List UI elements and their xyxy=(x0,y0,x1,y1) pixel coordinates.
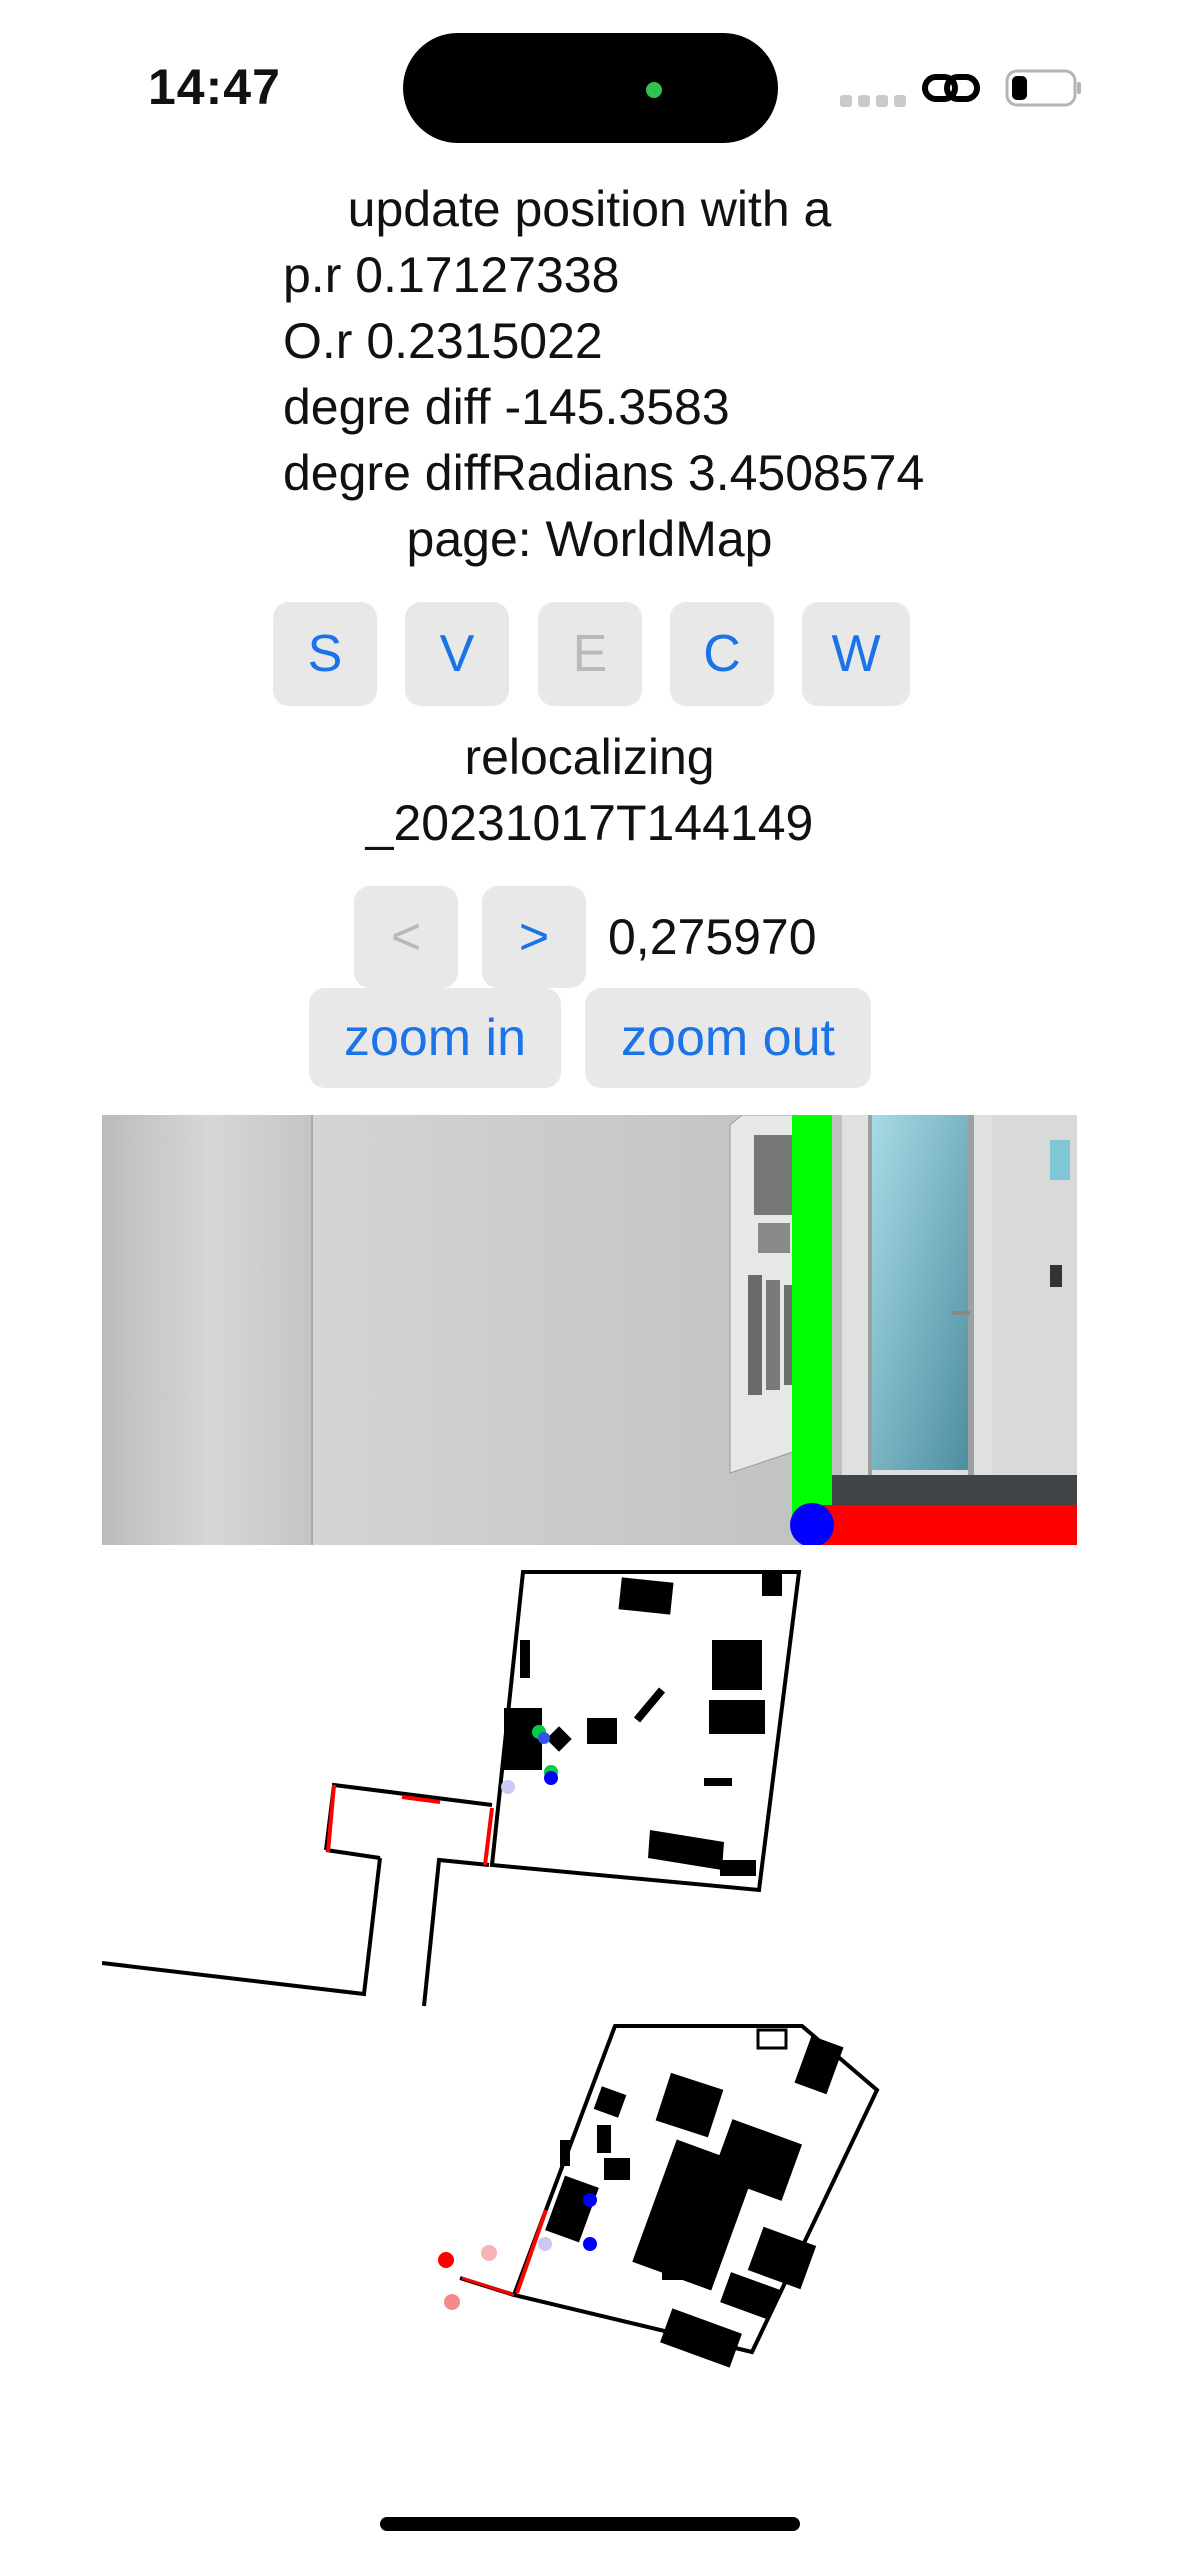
next-button[interactable]: > xyxy=(482,886,586,988)
page-label: page: WorldMap xyxy=(406,511,773,567)
world-map xyxy=(101,1560,1077,2460)
or-readout: O.r 0.2315022 xyxy=(283,313,603,369)
mode-button-c[interactable]: C xyxy=(670,602,774,706)
mode-button-e[interactable]: E xyxy=(538,602,642,706)
degre-diff-radians-readout: degre diffRadians 3.4508574 xyxy=(283,445,925,501)
cellular-dots-icon xyxy=(840,95,906,107)
status-bar: 14:47 xyxy=(0,0,1179,180)
battery-icon xyxy=(1005,69,1081,107)
home-indicator[interactable] xyxy=(380,2517,800,2531)
zoom-in-button[interactable]: zoom in xyxy=(309,988,561,1088)
relocalizing-status: relocalizing xyxy=(464,729,715,785)
camera-in-use-indicator-icon xyxy=(646,82,662,98)
coordinates-readout: 0,275970 xyxy=(608,909,817,965)
dynamic-island xyxy=(403,33,778,143)
camera-feed xyxy=(102,1115,1077,1545)
previous-button[interactable]: < xyxy=(354,886,458,988)
mode-button-v[interactable]: V xyxy=(405,602,509,706)
update-position-title: update position with a xyxy=(347,181,832,237)
mode-button-w[interactable]: W xyxy=(802,602,910,706)
status-time: 14:47 xyxy=(148,59,281,115)
degre-diff-readout: degre diff -145.3583 xyxy=(283,379,730,435)
relocalizing-session-id: _20231017T144149 xyxy=(365,795,814,851)
zoom-out-button[interactable]: zoom out xyxy=(585,988,871,1088)
pr-readout: p.r 0.17127338 xyxy=(283,247,620,303)
link-icon xyxy=(922,74,980,102)
mode-button-s[interactable]: S xyxy=(273,602,377,706)
